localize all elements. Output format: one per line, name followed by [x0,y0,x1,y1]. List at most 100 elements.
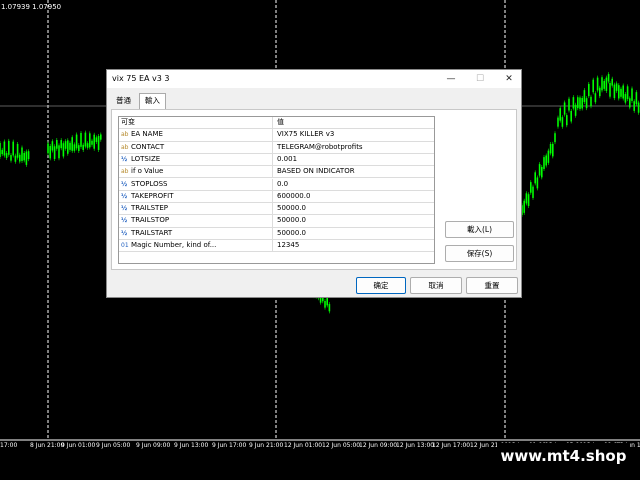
param-value[interactable]: 0.001 [277,154,297,165]
table-row[interactable]: ½ TRAILSTART 50000.0 [119,227,434,240]
candle-body [588,83,590,97]
candle-body [603,80,605,89]
table-row[interactable]: ab EA NAME VIX75 KILLER v3 [119,129,434,142]
table-row[interactable]: ½ STOPLOSS 0.0 [119,178,434,191]
candle-body [594,93,597,103]
param-value[interactable]: 50000.0 [277,228,306,239]
candle-body [615,83,618,91]
param-name-cell: ab CONTACT [119,141,273,153]
table-row[interactable]: ½ TAKEPROFIT 600000.0 [119,190,434,204]
table-row[interactable]: 01 Magic Number, kind of... 12345 [119,240,434,253]
candle-body [626,86,629,100]
param-name: Magic Number, kind of... [131,241,217,249]
param-name-cell: ½ TAKEPROFIT [119,190,273,203]
load-button[interactable]: 載入(L) [445,221,514,238]
param-name: TAKEPROFIT [131,191,174,200]
candle-body [0,143,1,157]
double-type-icon: ½ [121,217,128,225]
param-value[interactable]: VIX75 KILLER v3 [277,129,334,140]
param-name: EA NAME [131,130,163,139]
candle-body [599,87,601,97]
dialog-titlebar[interactable]: vix 75 EA v3 3 — ☐ ✕ [107,70,521,88]
header-variable: 可变 [119,117,273,129]
candle-body [47,143,49,154]
param-value[interactable]: BASED ON INDICATOR [277,166,355,177]
candle-body [328,304,331,312]
close-icon[interactable]: ✕ [495,71,523,87]
candle-body [618,85,620,99]
candle-body [585,98,588,109]
table-row[interactable]: ab CONTACT TELEGRAM@robotprofits [119,141,434,154]
candle-body [21,147,23,162]
candle-body [620,88,622,97]
time-tick-label: 9 Jun 13:00 [174,442,209,449]
time-tick-label: 17:00 [0,442,18,449]
candle-body [566,115,568,126]
time-tick-label: 12 Jun 17:00 [432,442,471,449]
candle-body [100,134,102,140]
candle-body [572,97,575,109]
param-value[interactable]: 50000.0 [277,203,306,214]
param-value[interactable]: 600000.0 [277,191,310,202]
candle-body [95,137,98,143]
save-button[interactable]: 保存(S) [445,245,514,262]
cancel-button[interactable]: 取消 [410,277,462,294]
candle-body [605,77,608,91]
candle-body [581,97,583,109]
price-label: 1.07939 1.07950 [1,3,62,11]
minimize-icon[interactable]: — [437,71,465,87]
param-value[interactable]: 0.0 [277,179,288,190]
candle-body [84,132,87,147]
candle-body [25,151,28,165]
param-name: TRAILSTEP [131,204,168,213]
param-name-cell: ½ TRAILSTART [119,227,273,239]
maximize-icon[interactable]: ☐ [466,71,494,87]
tab-common[interactable]: 普通 [111,94,136,108]
candle-body [563,102,566,115]
candle-body [3,141,6,156]
candle-body [611,78,613,86]
candle-body [631,88,633,101]
param-name: TRAILSTART [131,228,173,237]
reset-button[interactable]: 重置 [466,277,518,294]
string-type-icon: ab [121,131,129,139]
double-type-icon: ½ [121,192,128,200]
candle-body [543,157,545,169]
string-type-icon: ab [121,168,129,176]
candle-body [93,134,95,149]
double-type-icon: ½ [121,205,128,213]
candle-body [552,143,554,157]
candle-body [536,177,539,189]
ok-button[interactable]: 确定 [356,277,406,294]
param-name: LOTSIZE [131,154,161,163]
double-type-icon: ½ [121,229,128,237]
tab-inputs[interactable]: 輸入 [139,93,166,109]
candle-body [19,154,21,162]
watermark: www.mt4.shop [497,443,630,470]
time-tick-label: 9 Jun 01:00 [61,442,96,449]
candle-body [5,153,8,158]
table-row[interactable]: ½ TRAILSTEP 50000.0 [119,203,434,216]
candle-body [80,132,82,147]
param-value[interactable]: 50000.0 [277,215,306,226]
candle-body [1,149,3,155]
candle-body [82,144,84,150]
candle-body [629,98,631,108]
table-row[interactable]: ab if o Value BASED ON INDICATOR [119,166,434,179]
candle-body [579,97,581,109]
param-value[interactable]: 12345 [277,240,299,251]
time-tick-label: 9 Jun 09:00 [136,442,171,449]
time-tick-label: 9 Jun 17:00 [212,442,247,449]
inputs-panel: 可变 值 ab EA NAME VIX75 KILLER v3 ab CONTACT TE… [111,109,517,270]
candle-body [541,166,543,178]
table-row[interactable]: ½ LOTSIZE 0.001 [119,153,434,167]
ea-properties-dialog: vix 75 EA v3 3 — ☐ ✕ 普通 輸入 可变 值 ab EA NAM… [106,69,522,298]
param-value[interactable]: TELEGRAM@robotprofits [277,142,363,153]
candle-body [324,300,326,308]
candle-body [523,200,525,213]
table-row[interactable]: ½ TRAILSTOP 50000.0 [119,215,434,228]
candle-body [596,77,599,91]
candle-body [568,98,570,111]
time-tick-label: 12 Jun 09:00 [359,442,398,449]
candle-body [570,110,572,122]
